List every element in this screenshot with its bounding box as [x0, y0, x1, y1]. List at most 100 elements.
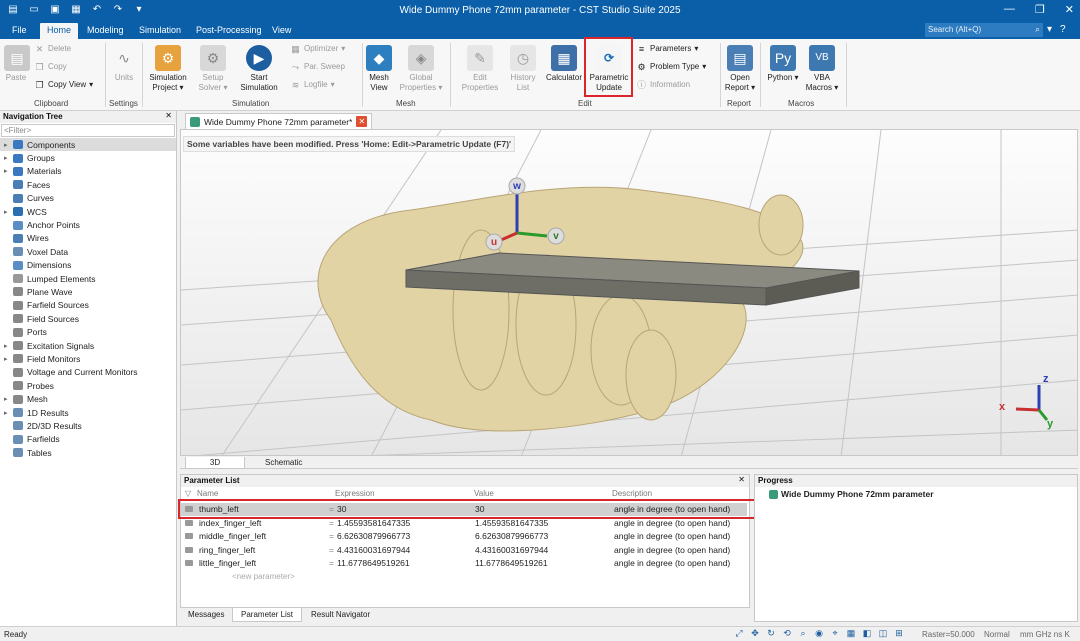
expand-icon[interactable]: ▸ — [4, 342, 13, 350]
tree-item[interactable]: Voxel Data — [0, 245, 176, 258]
col-value[interactable]: Value — [474, 489, 494, 498]
tree-item[interactable]: Anchor Points — [0, 218, 176, 231]
close-icon[interactable]: ✕ — [1065, 3, 1074, 16]
tree-item[interactable]: Lumped Elements — [0, 272, 176, 285]
tab-schematic[interactable]: Schematic — [255, 457, 312, 469]
3d-viewport[interactable]: w v u z x y Some variables have been mod… — [180, 129, 1078, 456]
open-report-button[interactable]: ▤ Open Report ▾ — [724, 45, 756, 93]
restore-icon[interactable]: ❐ — [1035, 3, 1045, 16]
parameter-row[interactable]: ring_finger_left = 4.43160031697944 4.43160… — [181, 544, 747, 557]
tree-item[interactable]: Voltage and Current Monitors — [0, 366, 176, 379]
expand-icon[interactable]: ▸ — [4, 395, 13, 403]
document-tab[interactable]: Wide Dummy Phone 72mm parameter* ✕ — [185, 113, 373, 129]
units-icon: ∿ — [118, 50, 130, 66]
tab-messages[interactable]: Messages — [180, 608, 232, 622]
view-icon[interactable]: ◧ — [861, 628, 873, 640]
zoom-box-icon[interactable]: ⌖ — [829, 628, 841, 640]
tree-item[interactable]: ▸ WCS — [0, 205, 176, 218]
tree-item[interactable]: ▸ Components — [0, 138, 176, 152]
expand-icon[interactable]: ▸ — [4, 167, 13, 175]
tab-result-navigator[interactable]: Result Navigator — [303, 608, 378, 622]
pan-icon[interactable]: ✥ — [749, 628, 761, 640]
menu-home[interactable]: Home — [40, 23, 79, 39]
paste-button[interactable]: ▤ Paste — [4, 45, 30, 83]
close-tab-icon[interactable]: ✕ — [356, 116, 368, 127]
expand-icon[interactable]: ▸ — [4, 208, 13, 216]
start-simulation-button[interactable]: ▶ Start Simulation — [236, 45, 282, 93]
tree-item[interactable]: Farfield Sources — [0, 299, 176, 312]
perspective-icon[interactable]: ◫ — [877, 628, 889, 640]
problem-type-button[interactable]: ⚙ Problem Type ▾ — [636, 61, 706, 73]
tree-item[interactable]: Wires — [0, 232, 176, 245]
python-button[interactable]: Py Python ▾ — [766, 45, 800, 83]
help-icon[interactable]: ? — [1060, 24, 1066, 35]
menu-post-processing[interactable]: Post-Processing — [196, 25, 262, 35]
fit-icon[interactable]: ⤢ — [733, 628, 745, 640]
tree-item[interactable]: ▸ Mesh — [0, 392, 176, 405]
units-button[interactable]: ∿ Units — [110, 45, 138, 83]
tab-parameter-list[interactable]: Parameter List — [232, 608, 303, 622]
delete-button[interactable]: ✕ Delete — [34, 43, 71, 55]
tree-item[interactable]: Farfields — [0, 433, 176, 446]
setup-solver-button[interactable]: ⚙ Setup Solver ▾ — [194, 45, 232, 93]
tab-3d[interactable]: 3D — [185, 457, 245, 469]
progress-item[interactable]: Wide Dummy Phone 72mm parameter — [769, 489, 934, 499]
new-parameter-row[interactable]: <new parameter> — [232, 572, 295, 581]
tree-filter-input[interactable]: <Filter> — [1, 124, 175, 137]
mesh-view-button[interactable]: ◆ Mesh View — [366, 45, 392, 93]
expand-icon[interactable]: ▸ — [4, 141, 13, 149]
copy-view-button[interactable]: ❐ Copy View ▾ — [34, 79, 93, 91]
parameter-row[interactable]: middle_finger_left = 6.62630879966773 6.626… — [181, 530, 747, 543]
tree-item[interactable]: ▸ 1D Results — [0, 406, 176, 419]
menu-modeling[interactable]: Modeling — [87, 25, 124, 35]
menu-view[interactable]: View — [272, 25, 291, 35]
select-icon[interactable]: ◉ — [813, 628, 825, 640]
tree-item[interactable]: Field Sources — [0, 312, 176, 325]
tree-item[interactable]: Ports — [0, 325, 176, 338]
simulation-project-button[interactable]: ⚙ Simulation Project ▾ — [146, 45, 190, 93]
minimize-icon[interactable]: — — [1004, 3, 1015, 16]
tree-item[interactable]: Faces — [0, 178, 176, 191]
calculator-button[interactable]: ▦ Calculator — [544, 45, 584, 83]
tree-item[interactable]: 2D/3D Results — [0, 419, 176, 432]
col-name[interactable]: Name — [197, 489, 218, 498]
parameter-row[interactable]: little_finger_left = 11.6778649519261 11.67… — [181, 557, 747, 570]
search-input[interactable]: Search (Alt+Q) ⌕ — [925, 23, 1043, 37]
close-icon[interactable]: ✕ — [165, 111, 172, 120]
help-dropdown-icon[interactable]: ▾ — [1047, 24, 1052, 35]
expand-icon[interactable]: ▸ — [4, 154, 13, 162]
expand-icon[interactable]: ▸ — [4, 355, 13, 363]
optimizer-button[interactable]: ▦ Optimizer ▾ — [290, 43, 345, 55]
menu-file[interactable]: File — [12, 25, 27, 35]
menu-simulation[interactable]: Simulation — [139, 25, 181, 35]
tree-item[interactable]: ▸ Excitation Signals — [0, 339, 176, 352]
rotate-icon[interactable]: ↻ — [765, 628, 777, 640]
tree-item[interactable]: ▸ Groups — [0, 151, 176, 164]
tree-item[interactable]: Curves — [0, 192, 176, 205]
col-description[interactable]: Description — [612, 489, 652, 498]
par-sweep-button[interactable]: ⤳ Par. Sweep — [290, 61, 345, 73]
parameters-button[interactable]: ≡ Parameters ▾ — [636, 43, 699, 55]
tree-item[interactable]: ▸ Materials — [0, 165, 176, 178]
edit-properties-button[interactable]: ✎ Edit Properties — [458, 45, 502, 93]
logfile-button[interactable]: ≋ Logfile ▾ — [290, 79, 335, 91]
close-icon[interactable]: ✕ — [738, 475, 745, 484]
copy-button[interactable]: ❐ Copy — [34, 61, 66, 73]
tree-item[interactable]: ▸ Field Monitors — [0, 352, 176, 365]
information-button[interactable]: ⓘ Information — [636, 79, 690, 91]
tree-item[interactable]: Dimensions — [0, 259, 176, 272]
global-properties-button[interactable]: ◈ Global Properties ▾ — [398, 45, 444, 93]
folder-icon — [13, 408, 23, 417]
zoom-icon[interactable]: ⌕ — [797, 628, 809, 640]
grid-icon[interactable]: ▦ — [845, 628, 857, 640]
expand-icon[interactable]: ▸ — [4, 409, 13, 417]
rotate-view-icon[interactable]: ⟲ — [781, 628, 793, 640]
tree-item-label: Voxel Data — [27, 246, 69, 257]
history-list-button[interactable]: ◷ History List — [506, 45, 540, 93]
tree-item[interactable]: Tables — [0, 446, 176, 459]
tree-item[interactable]: Probes — [0, 379, 176, 392]
col-expression[interactable]: Expression — [335, 489, 375, 498]
tree-item[interactable]: Plane Wave — [0, 285, 176, 298]
wcs-icon[interactable]: ⊞ — [893, 628, 905, 640]
vba-macros-button[interactable]: VB VBA Macros ▾ — [804, 45, 840, 93]
